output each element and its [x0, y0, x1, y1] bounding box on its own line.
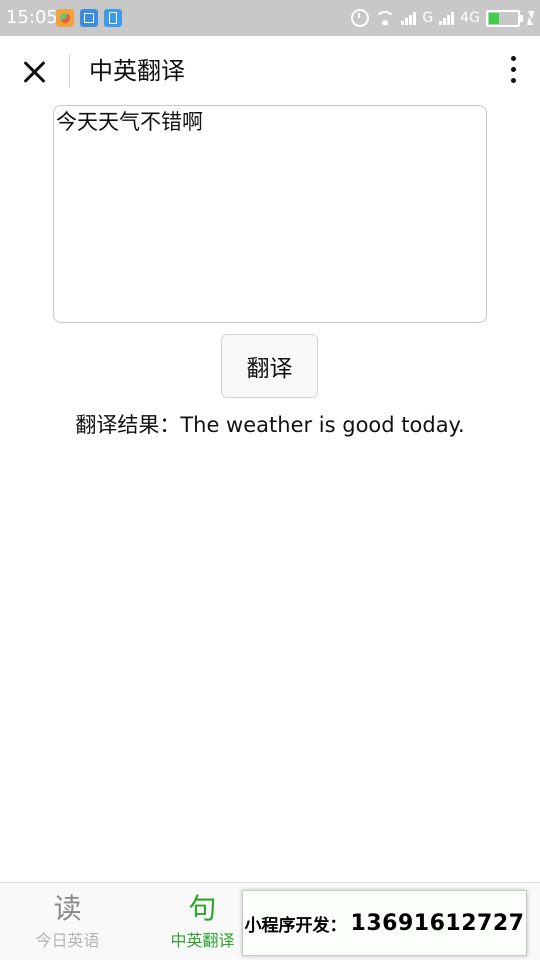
nav-bar: 中英翻译: [0, 36, 540, 106]
result-prefix: 翻译结果：: [75, 413, 181, 437]
banner-label: 小程序开发：: [244, 915, 347, 936]
result-text: The weather is good today.: [180, 413, 465, 437]
clipboard-notification-icon: [104, 9, 122, 27]
tab-label: 今日英语: [35, 931, 100, 950]
page-title: 中英翻译: [89, 57, 185, 85]
wifi-icon: [375, 11, 395, 25]
nav-divider: [69, 54, 70, 88]
tab-daily-english[interactable]: 读 今日英语: [0, 883, 135, 960]
screenshot-notification-icon: [80, 9, 98, 27]
translation-result: 翻译结果：The weather is good today.: [0, 410, 540, 440]
translate-button[interactable]: 翻译: [221, 334, 318, 398]
chinese-text-input[interactable]: 今天天气不错啊: [53, 105, 487, 323]
screen: 15:05 G 4G 中英翻译 今天天气不错啊 翻译 翻译结果：The weat…: [0, 0, 540, 960]
signal-icon: [401, 11, 417, 25]
developer-contact-banner: 小程序开发： 13691612727: [242, 890, 527, 956]
alarm-icon: [351, 9, 370, 27]
more-options-icon[interactable]: [508, 56, 518, 86]
status-time: 15:05: [6, 7, 58, 28]
input-value: 今天天气不错啊: [56, 110, 203, 134]
signal-icon-2: [439, 11, 455, 25]
close-icon[interactable]: [18, 56, 50, 88]
photos-notification-icon: [56, 9, 74, 27]
read-icon: 读: [53, 892, 82, 925]
battery-icon: [486, 9, 523, 27]
banner-phone: 13691612727: [350, 910, 525, 936]
network-type-label: G: [422, 10, 434, 26]
status-bar: 15:05 G 4G: [0, 0, 540, 36]
charging-icon: [526, 11, 534, 25]
network-type-label-2: 4G: [460, 10, 480, 26]
status-indicators: G 4G: [351, 7, 534, 29]
